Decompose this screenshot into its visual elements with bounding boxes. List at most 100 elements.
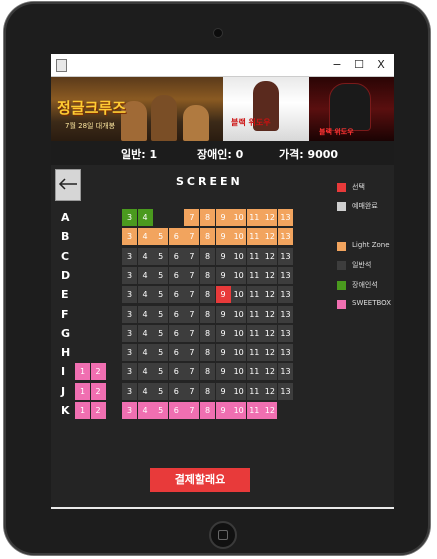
- seat-k8[interactable]: 8: [200, 402, 215, 419]
- seat-h3[interactable]: 3: [122, 344, 137, 362]
- seat-j4[interactable]: 4: [137, 382, 153, 400]
- seat-g12[interactable]: 12: [262, 324, 278, 342]
- seat-h5[interactable]: 5: [153, 344, 169, 362]
- seat-i4[interactable]: 4: [137, 363, 153, 381]
- seat-d13[interactable]: 13: [278, 266, 293, 284]
- seat-e6[interactable]: 6: [168, 286, 184, 304]
- seat-k2[interactable]: 2: [90, 402, 106, 419]
- seat-b12[interactable]: 12: [262, 228, 278, 246]
- seat-i10[interactable]: 10: [231, 363, 247, 381]
- seat-f6[interactable]: 6: [168, 305, 184, 323]
- seat-i11[interactable]: 11: [246, 363, 262, 381]
- seat-b13[interactable]: 13: [278, 228, 293, 246]
- seat-b9[interactable]: 9: [215, 228, 231, 246]
- seat-i12[interactable]: 12: [262, 363, 278, 381]
- seat-f4[interactable]: 4: [137, 305, 153, 323]
- seat-j12[interactable]: 12: [262, 382, 278, 400]
- poster-black-widow-2[interactable]: 블랙 위도우: [309, 77, 394, 141]
- seat-c12[interactable]: 12: [262, 247, 278, 265]
- seat-k4[interactable]: 4: [137, 402, 153, 419]
- seat-f11[interactable]: 11: [246, 305, 262, 323]
- seat-i9[interactable]: 9: [215, 363, 231, 381]
- seat-a4[interactable]: 4: [137, 209, 153, 226]
- seat-a9[interactable]: 9: [215, 209, 231, 226]
- seat-b4[interactable]: 4: [137, 228, 153, 246]
- seat-c8[interactable]: 8: [200, 247, 215, 265]
- seat-d12[interactable]: 12: [262, 266, 278, 284]
- home-button[interactable]: [209, 521, 237, 549]
- seat-i8[interactable]: 8: [200, 363, 215, 381]
- seat-j1[interactable]: 1: [75, 382, 90, 400]
- seat-k5[interactable]: 5: [153, 402, 169, 419]
- seat-f8[interactable]: 8: [200, 305, 215, 323]
- seat-j5[interactable]: 5: [153, 382, 169, 400]
- seat-k7[interactable]: 7: [184, 402, 200, 419]
- seat-d8[interactable]: 8: [200, 266, 215, 284]
- seat-i1[interactable]: 1: [75, 363, 90, 381]
- seat-i3[interactable]: 3: [122, 363, 137, 381]
- seat-g3[interactable]: 3: [122, 324, 137, 342]
- seat-e4[interactable]: 4: [137, 286, 153, 304]
- seat-k11[interactable]: 11: [246, 402, 262, 419]
- seat-g4[interactable]: 4: [137, 324, 153, 342]
- seat-i13[interactable]: 13: [278, 363, 293, 381]
- seat-j11[interactable]: 11: [246, 382, 262, 400]
- seat-a3[interactable]: 3: [122, 209, 137, 226]
- seat-g13[interactable]: 13: [278, 324, 293, 342]
- seat-k12[interactable]: 12: [262, 402, 278, 419]
- seat-c11[interactable]: 11: [246, 247, 262, 265]
- seat-g10[interactable]: 10: [231, 324, 247, 342]
- seat-b3[interactable]: 3: [122, 228, 137, 246]
- seat-d6[interactable]: 6: [168, 266, 184, 284]
- back-button[interactable]: [55, 169, 81, 201]
- seat-c10[interactable]: 10: [231, 247, 247, 265]
- seat-k10[interactable]: 10: [231, 402, 247, 419]
- seat-c4[interactable]: 4: [137, 247, 153, 265]
- seat-h6[interactable]: 6: [168, 344, 184, 362]
- seat-h11[interactable]: 11: [246, 344, 262, 362]
- seat-b6[interactable]: 6: [168, 228, 184, 246]
- seat-h12[interactable]: 12: [262, 344, 278, 362]
- seat-g7[interactable]: 7: [184, 324, 200, 342]
- seat-g9[interactable]: 9: [215, 324, 231, 342]
- seat-e10[interactable]: 10: [231, 286, 247, 304]
- poster-black-widow[interactable]: 블랙 위도우: [223, 77, 309, 141]
- minimize-button[interactable]: −: [327, 56, 347, 74]
- seat-a10[interactable]: 10: [231, 209, 247, 226]
- seat-i6[interactable]: 6: [168, 363, 184, 381]
- seat-d9[interactable]: 9: [215, 266, 231, 284]
- seat-f10[interactable]: 10: [231, 305, 247, 323]
- seat-c9[interactable]: 9: [215, 247, 231, 265]
- maximize-button[interactable]: ☐: [349, 56, 369, 74]
- seat-c3[interactable]: 3: [122, 247, 137, 265]
- seat-f3[interactable]: 3: [122, 305, 137, 323]
- seat-a11[interactable]: 11: [246, 209, 262, 226]
- seat-a12[interactable]: 12: [262, 209, 278, 226]
- seat-e7[interactable]: 7: [184, 286, 200, 304]
- seat-f12[interactable]: 12: [262, 305, 278, 323]
- seat-f13[interactable]: 13: [278, 305, 293, 323]
- seat-i7[interactable]: 7: [184, 363, 200, 381]
- seat-e3[interactable]: 3: [122, 286, 137, 304]
- seat-a8[interactable]: 8: [200, 209, 215, 226]
- seat-b8[interactable]: 8: [200, 228, 215, 246]
- seat-j10[interactable]: 10: [231, 382, 247, 400]
- seat-g8[interactable]: 8: [200, 324, 215, 342]
- seat-j7[interactable]: 7: [184, 382, 200, 400]
- seat-j8[interactable]: 8: [200, 382, 215, 400]
- seat-h7[interactable]: 7: [184, 344, 200, 362]
- seat-a7[interactable]: 7: [184, 209, 200, 226]
- seat-k3[interactable]: 3: [122, 402, 137, 419]
- poster-jungle-cruise[interactable]: 정글크루즈 7월 28일 대개봉: [51, 77, 223, 141]
- seat-k6[interactable]: 6: [168, 402, 184, 419]
- seat-e12[interactable]: 12: [262, 286, 278, 304]
- seat-f9[interactable]: 9: [215, 305, 231, 323]
- pay-button[interactable]: 결제할래요: [150, 468, 250, 492]
- seat-i5[interactable]: 5: [153, 363, 169, 381]
- seat-c7[interactable]: 7: [184, 247, 200, 265]
- seat-h10[interactable]: 10: [231, 344, 247, 362]
- seat-c5[interactable]: 5: [153, 247, 169, 265]
- seat-d5[interactable]: 5: [153, 266, 169, 284]
- seat-a13[interactable]: 13: [278, 209, 293, 226]
- seat-j2[interactable]: 2: [90, 382, 106, 400]
